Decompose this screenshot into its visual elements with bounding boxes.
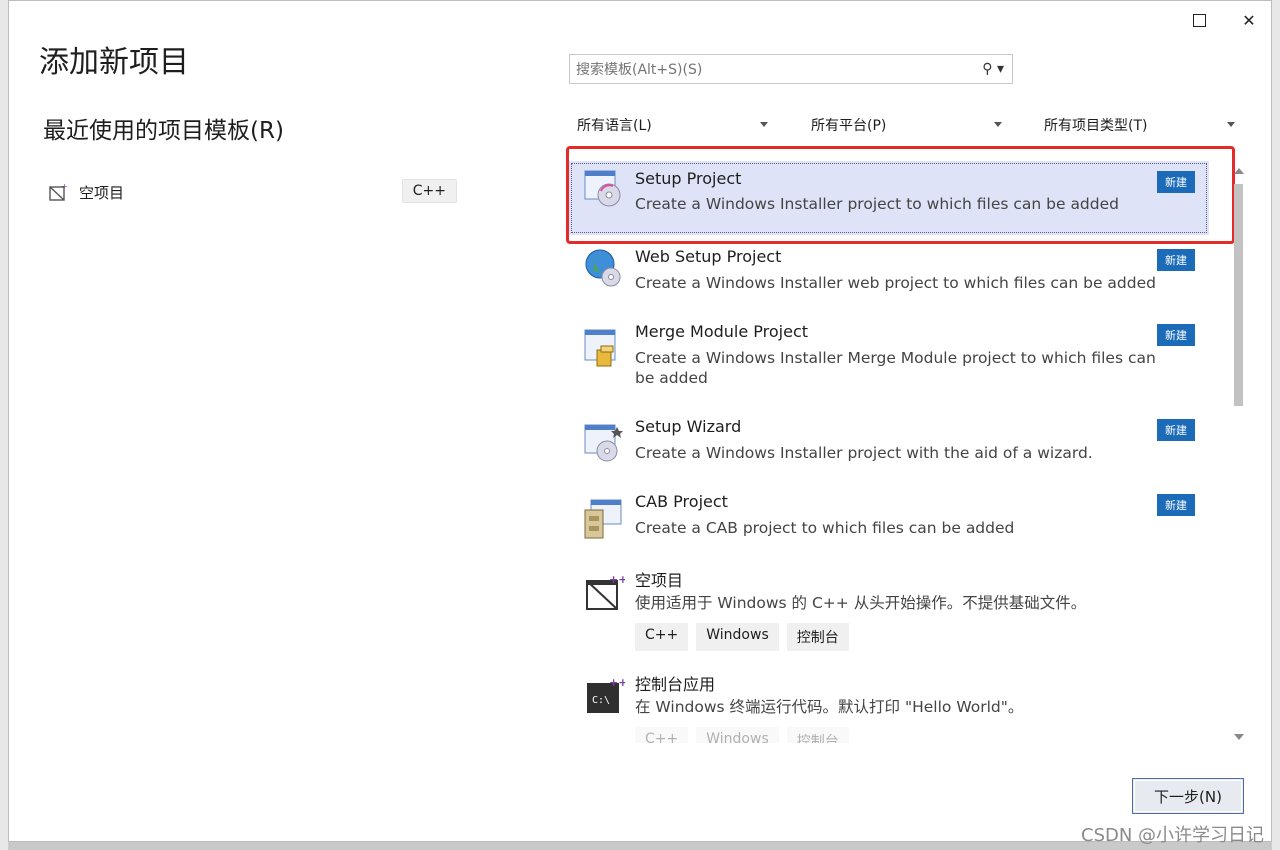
search-box[interactable]: ⚲ ▾ bbox=[569, 54, 1013, 85]
template-name: Setup Project bbox=[635, 169, 742, 188]
tag-console: 控制台 bbox=[786, 623, 849, 651]
search-input[interactable] bbox=[570, 55, 978, 85]
template-item-setup-project[interactable]: Setup Project Create a Windows Installer… bbox=[569, 161, 1209, 235]
template-item-empty-project[interactable]: ++ 空项目 使用适用于 Windows 的 C++ 从头开始操作。不提供基础文… bbox=[569, 567, 1209, 657]
close-button[interactable]: ✕ bbox=[1239, 11, 1259, 31]
tag-windows: Windows bbox=[696, 623, 779, 651]
template-tags: C++ Windows 控制台 bbox=[635, 623, 849, 651]
project-type-filter[interactable]: 所有项目类型(T) bbox=[1036, 111, 1241, 139]
close-icon: ✕ bbox=[1242, 11, 1256, 30]
chevron-down-icon bbox=[760, 122, 768, 127]
next-button[interactable]: 下一步(N) bbox=[1132, 778, 1244, 814]
scroll-up-arrow-icon[interactable] bbox=[1234, 168, 1244, 174]
setup-wizard-icon bbox=[584, 424, 623, 462]
template-description: Create a Windows Installer project with … bbox=[635, 444, 1093, 462]
svg-text:++: ++ bbox=[609, 677, 625, 689]
watermark: CSDN @小许学习日记 bbox=[1081, 825, 1265, 846]
template-name: Merge Module Project bbox=[635, 322, 809, 341]
template-name: 控制台应用 bbox=[635, 675, 716, 694]
scrollbar-thumb[interactable] bbox=[1234, 184, 1243, 406]
recent-templates-heading: 最近使用的项目模板(R) bbox=[43, 118, 284, 144]
recent-template-item[interactable]: + 空项目 C++ bbox=[43, 177, 457, 207]
search-icon[interactable]: ⚲ ▾ bbox=[982, 61, 1004, 77]
new-badge: 新建 bbox=[1157, 171, 1195, 193]
template-item-setup-wizard[interactable]: Setup Wizard Create a Windows Installer … bbox=[569, 417, 1209, 481]
template-description: 使用适用于 Windows 的 C++ 从头开始操作。不提供基础文件。 bbox=[635, 594, 1087, 612]
tag-console: 控制台 bbox=[786, 727, 849, 743]
scroll-down-arrow-icon[interactable] bbox=[1234, 734, 1244, 740]
project-type-filter-label: 所有项目类型(T) bbox=[1044, 118, 1148, 134]
template-name: Web Setup Project bbox=[635, 247, 782, 266]
chevron-down-icon bbox=[1227, 122, 1235, 127]
template-name: CAB Project bbox=[635, 492, 728, 511]
template-item-console-app[interactable]: C:\ ++ 控制台应用 在 Windows 终端运行代码。默认打印 "Hell… bbox=[569, 671, 1209, 743]
console-app-icon: C:\ ++ bbox=[587, 677, 625, 713]
empty-project-icon: + bbox=[49, 182, 68, 201]
platform-filter[interactable]: 所有平台(P) bbox=[803, 111, 1008, 139]
new-badge: 新建 bbox=[1157, 419, 1195, 441]
maximize-icon bbox=[1192, 14, 1206, 27]
maximize-button[interactable] bbox=[1189, 11, 1209, 31]
empty-cpp-project-icon: ++ bbox=[586, 573, 625, 610]
svg-text:+: + bbox=[61, 182, 68, 191]
recent-item-label: 空项目 bbox=[79, 183, 125, 202]
add-new-item-dialog: ✕ 添加新项目 最近使用的项目模板(R) + 空项目 C++ ⚲ ▾ 所有语言(… bbox=[8, 0, 1272, 846]
template-name: 空项目 bbox=[635, 571, 684, 590]
new-badge: 新建 bbox=[1157, 494, 1195, 516]
language-filter-label: 所有语言(L) bbox=[577, 118, 652, 134]
template-description: Create a CAB project to which files can … bbox=[635, 519, 1015, 537]
web-setup-project-icon bbox=[585, 249, 621, 287]
template-description: Create a Windows Installer project to wh… bbox=[635, 195, 1119, 213]
template-list-scrollbar[interactable] bbox=[1231, 164, 1246, 744]
new-badge: 新建 bbox=[1157, 249, 1195, 271]
merge-module-icon bbox=[584, 329, 616, 367]
chevron-down-icon bbox=[994, 122, 1002, 127]
platform-filter-label: 所有平台(P) bbox=[811, 118, 887, 134]
tag-cpp: C++ bbox=[635, 727, 689, 743]
background-window-right bbox=[1271, 0, 1280, 850]
cab-project-icon bbox=[584, 499, 622, 539]
setup-project-icon bbox=[584, 170, 621, 207]
template-tags: C++ Windows 控制台 bbox=[635, 727, 849, 743]
template-item-web-setup-project[interactable]: Web Setup Project Create a Windows Insta… bbox=[569, 247, 1209, 311]
template-item-merge-module-project[interactable]: Merge Module Project Create a Windows In… bbox=[569, 322, 1209, 394]
tag-cpp: C++ bbox=[635, 623, 689, 651]
template-list: Setup Project Create a Windows Installer… bbox=[569, 149, 1234, 743]
tag-windows: Windows bbox=[696, 727, 779, 743]
dialog-title: 添加新项目 bbox=[39, 45, 189, 80]
template-item-cab-project[interactable]: CAB Project Create a CAB project to whic… bbox=[569, 492, 1209, 556]
recent-item-tag: C++ bbox=[401, 179, 457, 203]
template-name: Setup Wizard bbox=[635, 417, 742, 436]
language-filter[interactable]: 所有语言(L) bbox=[569, 111, 774, 139]
svg-text:C:\: C:\ bbox=[592, 695, 610, 706]
template-description: Create a Windows Installer web project t… bbox=[635, 274, 1156, 292]
new-badge: 新建 bbox=[1157, 324, 1195, 346]
template-description: Create a Windows Installer Merge Module … bbox=[635, 349, 1156, 387]
template-description: 在 Windows 终端运行代码。默认打印 "Hello World"。 bbox=[635, 698, 1024, 716]
svg-text:++: ++ bbox=[609, 573, 625, 586]
